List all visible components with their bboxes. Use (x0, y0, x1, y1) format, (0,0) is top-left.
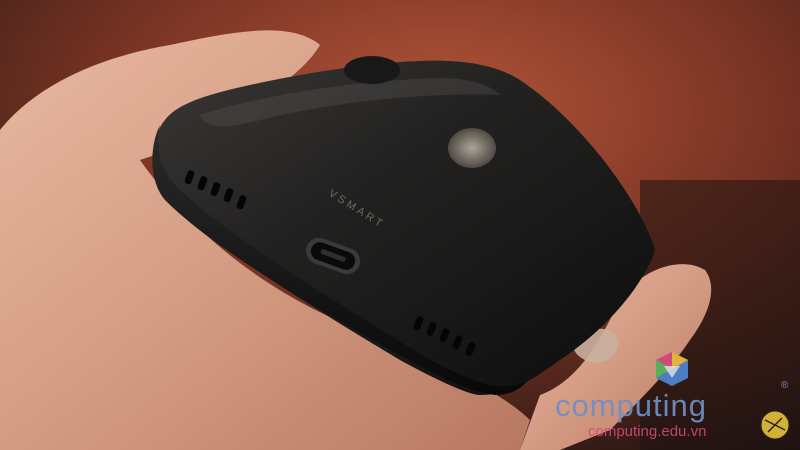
watermark-globe-icon (760, 410, 790, 440)
watermark-url: computing.edu.vn (588, 423, 707, 440)
photo-scene: VSMART computing ® computing.edu.vn (0, 0, 800, 450)
watermark-registered-mark: ® (781, 380, 789, 391)
back-logo-reflection (448, 128, 496, 168)
camera-bump (344, 56, 400, 84)
photo-illustration: VSMART (0, 0, 800, 450)
watermark-brand: computing (555, 388, 708, 423)
